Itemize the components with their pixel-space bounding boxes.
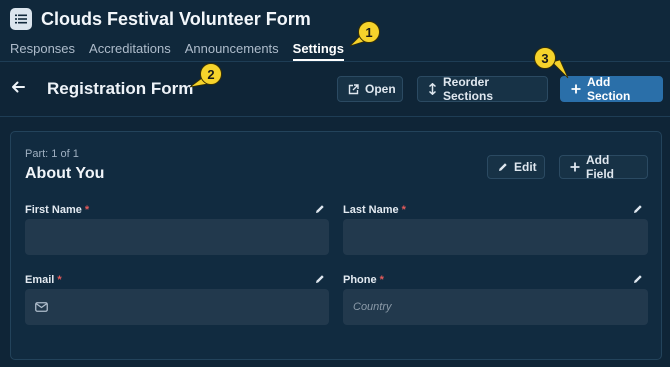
required-asterisk: *	[57, 274, 62, 286]
app-title: Clouds Festival Volunteer Form	[41, 9, 311, 29]
annotation-badge-2: 2	[200, 63, 222, 85]
annotation-badge-1: 1	[358, 21, 380, 43]
first-name-label-text: First Name	[25, 204, 82, 216]
vertical-arrows-icon	[428, 83, 437, 95]
plus-icon	[570, 162, 580, 172]
edit-field-pencil-icon[interactable]	[633, 274, 643, 284]
tab-announcements[interactable]: Announcements	[185, 41, 279, 61]
country-placeholder: Country	[353, 301, 392, 313]
add-section-button[interactable]: Add Section	[560, 75, 663, 103]
part-label: Part: 1 of 1	[25, 148, 79, 160]
last-name-input[interactable]	[343, 219, 648, 255]
page-title: Registration Form	[47, 79, 194, 98]
tab-responses[interactable]: Responses	[10, 41, 75, 61]
first-name-label: First Name *	[25, 203, 89, 217]
last-name-label-text: Last Name	[343, 204, 399, 216]
phone-label: Phone *	[343, 273, 384, 287]
required-asterisk: *	[401, 204, 406, 216]
email-input[interactable]	[25, 289, 329, 325]
reorder-sections-button[interactable]: Reorder Sections	[417, 75, 548, 103]
annotation-badge-3: 3	[534, 47, 556, 69]
edit-field-pencil-icon[interactable]	[315, 274, 325, 284]
list-icon	[10, 8, 32, 30]
edit-label: Edit	[514, 160, 537, 174]
divider	[0, 116, 670, 117]
email-label-text: Email	[25, 274, 55, 286]
back-arrow-icon[interactable]	[10, 79, 26, 95]
edit-section-button[interactable]: Edit	[487, 155, 545, 179]
tab-accreditations[interactable]: Accreditations	[89, 41, 171, 61]
last-name-label: Last Name *	[343, 203, 406, 217]
open-button-label: Open	[365, 82, 396, 96]
phone-country-input[interactable]: Country	[343, 289, 648, 325]
add-field-label: Add Field	[586, 153, 615, 181]
first-name-input[interactable]	[25, 219, 329, 255]
required-asterisk: *	[379, 274, 384, 286]
open-button[interactable]: Open	[337, 76, 403, 102]
edit-field-pencil-icon[interactable]	[315, 204, 325, 214]
section-title: About You	[25, 165, 105, 182]
tab-settings[interactable]: Settings	[292, 41, 344, 61]
edit-field-pencil-icon[interactable]	[633, 204, 643, 214]
plus-icon	[571, 84, 581, 94]
add-field-button[interactable]: Add Field	[559, 153, 648, 181]
email-label: Email *	[25, 273, 62, 287]
add-section-label: Add Section	[587, 75, 631, 103]
phone-label-text: Phone	[343, 274, 377, 286]
external-link-icon	[348, 83, 359, 94]
mail-icon	[35, 302, 48, 312]
pencil-icon	[499, 163, 507, 171]
reorder-sections-label: Reorder Sections	[443, 75, 494, 103]
tab-bar: Responses Accreditations Announcements S…	[10, 41, 344, 61]
required-asterisk: *	[84, 204, 90, 216]
